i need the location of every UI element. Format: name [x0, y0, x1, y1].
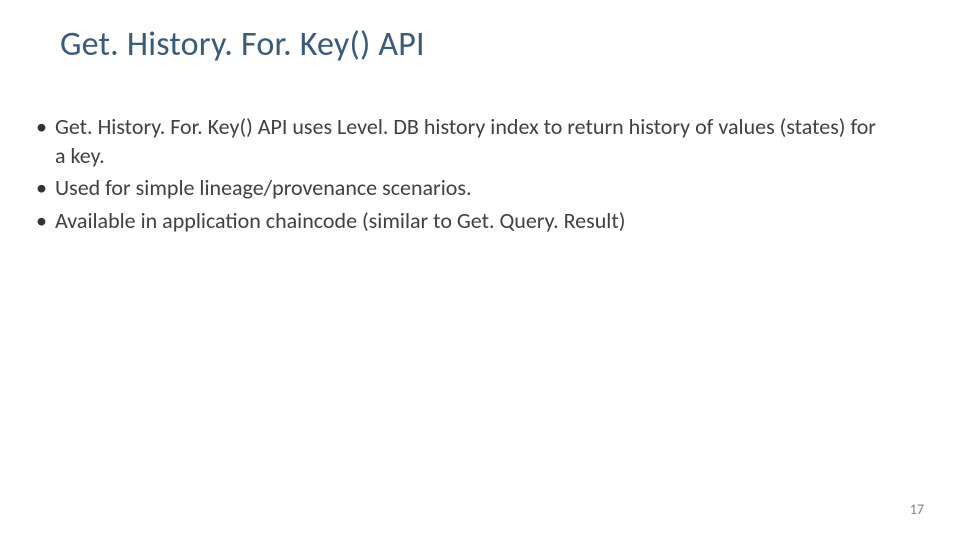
page-number: 17 — [910, 501, 924, 518]
bullet-text: Available in application chaincode (simi… — [55, 207, 625, 236]
list-item: • Get. History. For. Key() API uses Leve… — [36, 113, 888, 170]
bullet-list: • Get. History. For. Key() API uses Leve… — [36, 113, 888, 235]
bullet-icon: • — [36, 207, 47, 236]
slide-container: Get. History. For. Key() API • Get. Hist… — [0, 0, 960, 540]
slide-title: Get. History. For. Key() API — [60, 24, 928, 65]
bullet-icon: • — [36, 174, 47, 203]
bullet-icon: • — [36, 113, 47, 142]
list-item: • Available in application chaincode (si… — [36, 207, 888, 236]
bullet-text: Get. History. For. Key() API uses Level.… — [55, 113, 888, 170]
bullet-text: Used for simple lineage/provenance scena… — [55, 174, 472, 203]
list-item: • Used for simple lineage/provenance sce… — [36, 174, 888, 203]
slide-content: • Get. History. For. Key() API uses Leve… — [36, 113, 888, 235]
